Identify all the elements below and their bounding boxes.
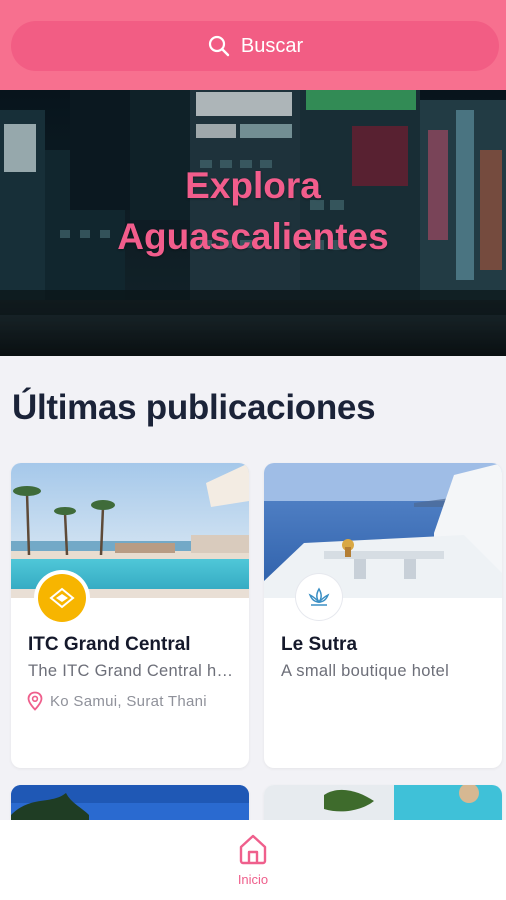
listing-title: ITC Grand Central	[28, 634, 191, 655]
lotus-logo-icon	[299, 577, 339, 617]
hotel-logo-icon	[38, 574, 86, 622]
search-bar[interactable]: Buscar	[11, 21, 499, 71]
home-icon	[239, 834, 267, 865]
listing-image	[264, 463, 502, 598]
hero-title: Explora Aguascalientes	[0, 160, 506, 262]
search-label: Buscar	[240, 34, 304, 57]
top-bar: Buscar	[0, 0, 506, 90]
listing-card-itc-grand-central[interactable]: ITC Grand Central The ITC Grand Central …	[11, 463, 249, 768]
hero-title-line-2: Aguascalientes	[117, 216, 389, 257]
listing-location-text: Ko Samui, Surat Thani	[50, 692, 207, 710]
search-icon	[208, 35, 230, 57]
hero-title-line-1: Explora	[185, 165, 321, 206]
listing-description: A small boutique hotel	[281, 662, 450, 680]
listing-title: Le Sutra	[281, 634, 358, 655]
section-title: Últimas publicaciones	[12, 388, 376, 427]
bottom-tab-bar: Inicio	[0, 820, 506, 900]
tab-home-label: Inicio	[237, 872, 269, 887]
location-pin-icon	[27, 691, 43, 711]
listing-description: The ITC Grand Central hotel	[28, 662, 238, 680]
tab-home[interactable]: Inicio	[223, 832, 283, 894]
listing-location: Ko Samui, Surat Thani	[26, 691, 241, 711]
listing-card-le-sutra[interactable]: Le Sutra A small boutique hotel	[264, 463, 502, 768]
hero-banner[interactable]: Explora Aguascalientes	[0, 90, 506, 356]
